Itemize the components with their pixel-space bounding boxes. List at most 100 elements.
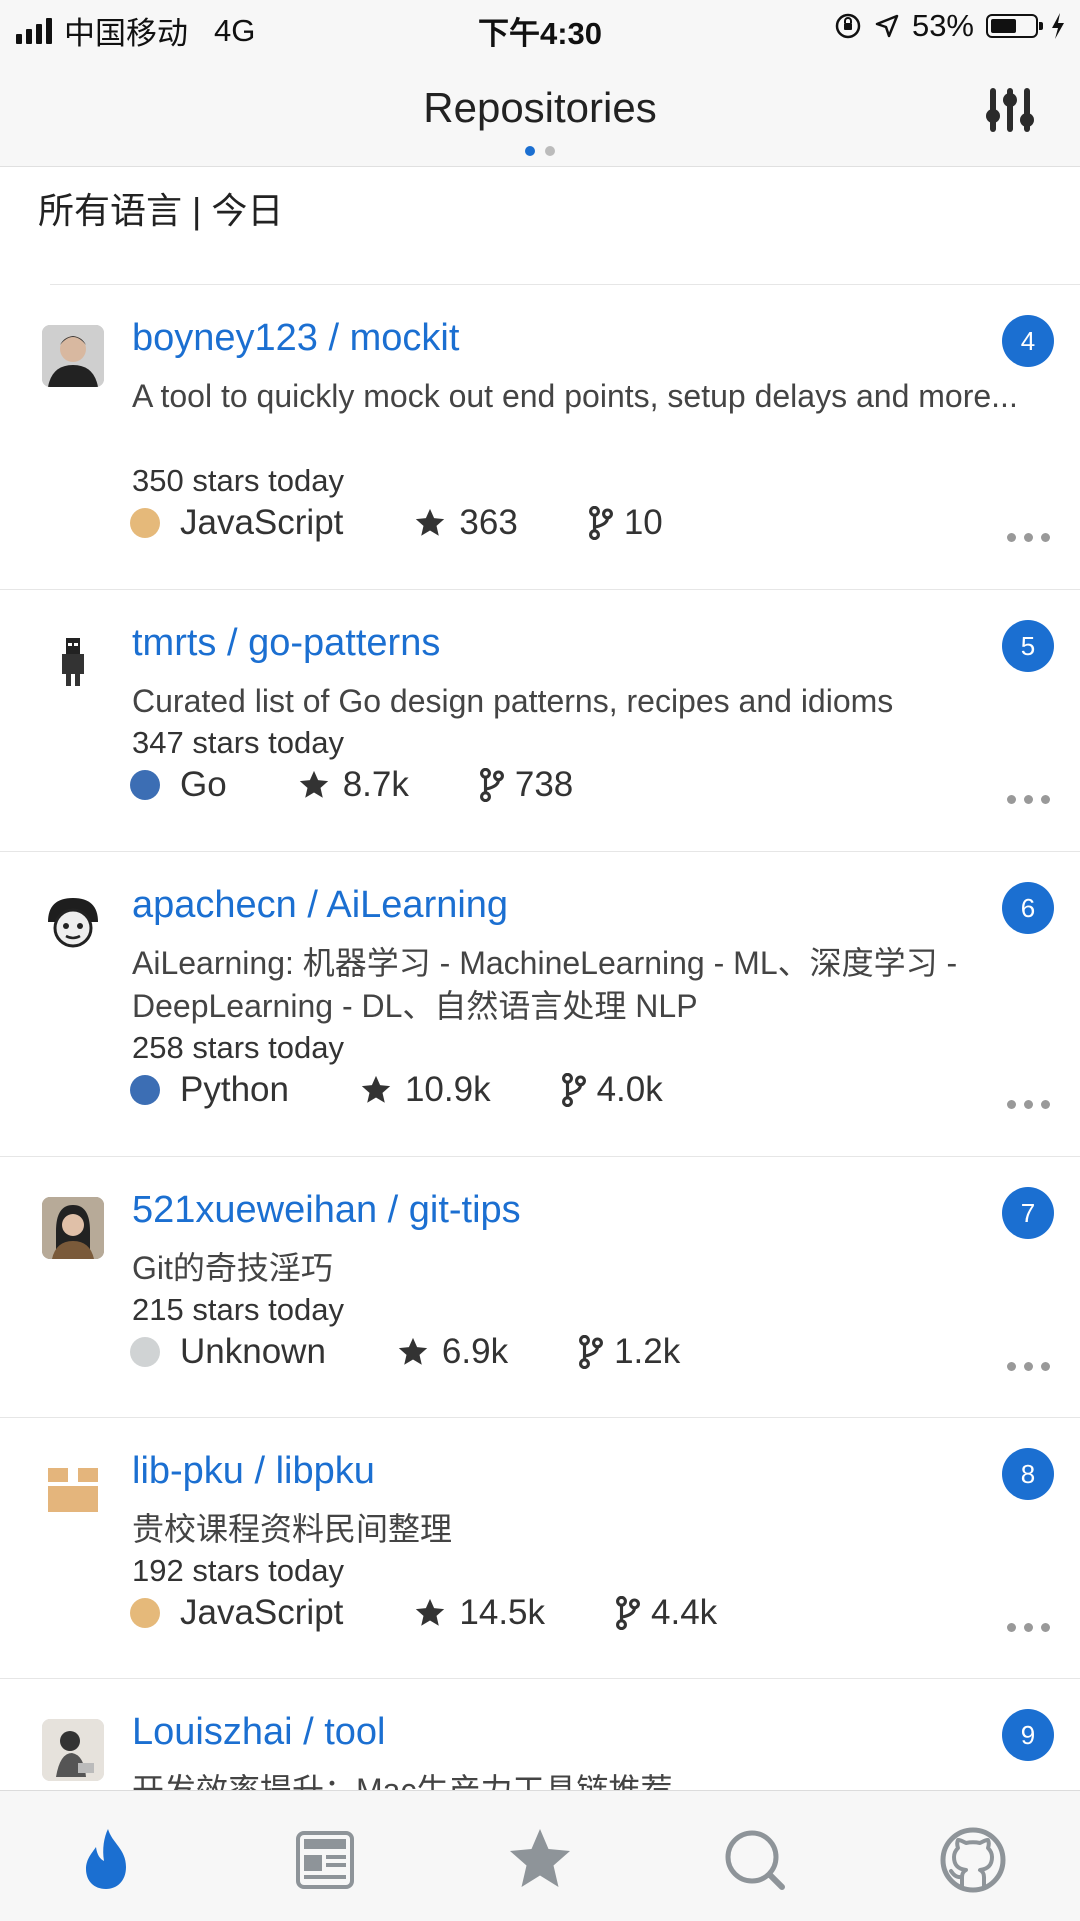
star-icon xyxy=(398,1337,428,1365)
repo-name-link[interactable]: tmrts / go-patterns xyxy=(132,622,440,665)
star-count: 14.5k xyxy=(413,1593,545,1633)
fork-count-value: 4.4k xyxy=(651,1593,718,1632)
repo-row[interactable]: apachecn / AiLearning 6 AiLearning: 机器学习… xyxy=(0,852,1080,1157)
avatar xyxy=(42,1197,104,1259)
avatar xyxy=(42,630,104,692)
star-icon[interactable] xyxy=(505,1825,575,1895)
repo-description: A tool to quickly mock out end points, s… xyxy=(132,378,1018,414)
star-count-value: 14.5k xyxy=(459,1593,546,1632)
github-icon[interactable] xyxy=(938,1825,1008,1895)
star-count-value: 363 xyxy=(459,503,518,542)
charging-bolt-icon xyxy=(1052,13,1064,39)
stars-today: 258 stars today xyxy=(132,1030,344,1065)
star-count-value: 6.9k xyxy=(441,1332,509,1371)
fork-icon xyxy=(579,1335,604,1369)
avatar xyxy=(42,325,104,387)
fork-count: 10 xyxy=(588,503,663,543)
star-count-value: 8.7k xyxy=(342,765,409,804)
page-indicator[interactable] xyxy=(0,146,1080,156)
battery-percent: 53% xyxy=(911,8,974,43)
avatar xyxy=(42,892,104,954)
language-color-dot xyxy=(130,1598,160,1628)
language-label: Go xyxy=(180,765,227,804)
fork-count-value: 1.2k xyxy=(614,1332,681,1371)
repo-row[interactable]: tmrts / go-patterns 5 Curated list of Go… xyxy=(0,590,1080,852)
fork-count: 1.2k xyxy=(578,1332,680,1372)
fork-count: 4.4k xyxy=(615,1593,717,1633)
star-count: 8.7k xyxy=(297,765,409,805)
fork-icon xyxy=(479,768,504,802)
orientation-lock-icon xyxy=(835,13,861,39)
stars-today: 347 stars today xyxy=(132,725,344,760)
stars-today: 192 stars today xyxy=(132,1553,344,1588)
navigation-bar: Repositories xyxy=(0,54,1080,167)
more-options-icon[interactable] xyxy=(1007,795,1050,804)
rank-badge: 5 xyxy=(1002,620,1054,672)
stars-today: 350 stars today xyxy=(132,463,344,498)
avatar xyxy=(42,1458,104,1520)
star-icon xyxy=(416,1598,445,1626)
language-label: JavaScript xyxy=(180,503,344,542)
rank-badge: 7 xyxy=(1002,1187,1054,1239)
rank-badge: 9 xyxy=(1002,1709,1054,1761)
filter-sliders-icon[interactable] xyxy=(982,82,1038,138)
repo-name-link[interactable]: lib-pku / libpku xyxy=(132,1450,375,1493)
repo-meta: Python 10.9k 4.0k xyxy=(130,1068,663,1112)
status-bar: 中国移动 4G 下午4:30 53% xyxy=(0,0,1080,54)
star-count-value: 10.9k xyxy=(404,1070,491,1109)
repo-name-link[interactable]: 521xueweihan / git-tips xyxy=(132,1189,521,1232)
location-arrow-icon xyxy=(875,14,899,38)
rank-badge: 6 xyxy=(1002,882,1054,934)
language-color-dot xyxy=(130,508,160,538)
fork-count: 4.0k xyxy=(561,1070,663,1110)
fork-icon xyxy=(616,1596,640,1630)
language-label: JavaScript xyxy=(180,1593,344,1632)
page-dot-active[interactable] xyxy=(525,146,535,156)
repo-name-link[interactable]: boyney123 / mockit xyxy=(132,317,459,360)
star-count: 363 xyxy=(413,503,518,543)
star-icon xyxy=(416,508,445,536)
fork-count-value: 738 xyxy=(514,765,574,804)
repo-description: Curated list of Go design patterns, reci… xyxy=(132,683,894,719)
repo-description: Git的奇技淫巧 xyxy=(132,1250,333,1286)
repo-name-link[interactable]: Louiszhai / tool xyxy=(132,1711,386,1754)
fork-icon xyxy=(588,506,613,540)
fork-icon xyxy=(561,1073,586,1107)
more-options-icon[interactable] xyxy=(1007,1362,1050,1371)
rank-badge: 4 xyxy=(1002,315,1054,367)
repo-row[interactable]: lib-pku / libpku 8 贵校课程资料民间整理 192 stars … xyxy=(0,1418,1080,1679)
language-label: Python xyxy=(180,1070,289,1109)
repo-meta: Unknown 6.9k 1.2k xyxy=(130,1330,680,1374)
more-options-icon[interactable] xyxy=(1007,1100,1050,1109)
status-bar-right: 53% xyxy=(834,8,1066,44)
language-color-dot xyxy=(130,1337,160,1367)
repo-description: 贵校课程资料民间整理 xyxy=(132,1511,453,1547)
battery-icon xyxy=(986,14,1043,38)
language-label: Unknown xyxy=(180,1332,326,1371)
fork-count-value: 4.0k xyxy=(596,1070,663,1109)
stars-today: 215 stars today xyxy=(132,1292,344,1327)
search-icon[interactable] xyxy=(720,1825,790,1895)
repo-meta: Go 8.7k 738 xyxy=(130,763,573,807)
page-title: Repositories xyxy=(423,84,657,131)
language-color-dot xyxy=(130,1075,160,1105)
repo-name-link[interactable]: apachecn / AiLearning xyxy=(132,884,508,927)
star-icon xyxy=(361,1075,391,1103)
filter-label[interactable]: 所有语言 | 今日 xyxy=(38,182,283,234)
repo-description: AiLearning: 机器学习 - MachineLearning - ML、… xyxy=(132,945,958,1024)
star-icon xyxy=(299,770,328,798)
more-options-icon[interactable] xyxy=(1007,533,1050,542)
repo-row[interactable]: 521xueweihan / git-tips 7 Git的奇技淫巧 215 s… xyxy=(0,1157,1080,1418)
fork-count: 738 xyxy=(479,765,573,805)
repo-row[interactable]: boyney123 / mockit 4 A tool to quickly m… xyxy=(0,285,1080,590)
avatar xyxy=(42,1719,104,1781)
tab-bar xyxy=(0,1790,1080,1921)
flame-icon[interactable] xyxy=(72,1825,142,1895)
repo-row[interactable]: Louiszhai / tool 9 开发效率提升：Mac生产力工具链推荐 xyxy=(0,1679,1080,1790)
star-count: 6.9k xyxy=(396,1332,508,1372)
star-count: 10.9k xyxy=(359,1070,491,1110)
repo-description: 开发效率提升：Mac生产力工具链推荐 xyxy=(132,1772,673,1790)
news-icon[interactable] xyxy=(290,1825,360,1895)
page-dot[interactable] xyxy=(545,146,555,156)
more-options-icon[interactable] xyxy=(1007,1623,1050,1632)
